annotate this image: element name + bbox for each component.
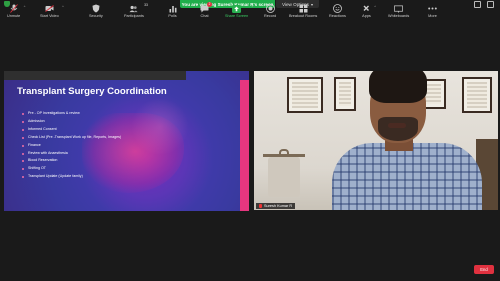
unmute-label: Unmute — [7, 14, 21, 18]
apps-button[interactable]: Apps ^ — [362, 4, 376, 18]
whiteboards-button[interactable]: Whiteboards — [388, 4, 409, 18]
more-button[interactable]: More — [428, 4, 437, 18]
participants-button[interactable]: 33 Participants — [124, 3, 148, 18]
speaker-view-icon[interactable] — [474, 1, 481, 8]
record-icon — [265, 4, 275, 13]
slide-bullet: Informed Consent — [22, 126, 121, 134]
chat-button[interactable]: 2 Chat — [200, 2, 212, 18]
breakout-rooms-label: Breakout Rooms — [289, 14, 318, 18]
top-bar: You are viewing Suresh Kumar R's screen … — [0, 0, 500, 10]
slide-bullet: Review with Anaesthesia — [22, 150, 121, 158]
participant-shirt — [332, 143, 482, 210]
whiteboard-icon — [394, 4, 404, 13]
video-off-icon — [45, 4, 54, 13]
reactions-icon — [333, 4, 342, 13]
chat-icon: 2 — [200, 2, 212, 13]
slide-bullet: Transplant Update (Update family) — [22, 173, 121, 181]
window-controls — [474, 1, 494, 8]
record-button[interactable]: Record — [264, 4, 276, 18]
fullscreen-icon[interactable] — [487, 1, 494, 8]
breakout-rooms-button[interactable]: Breakout Rooms — [289, 4, 317, 18]
chevron-up-icon[interactable]: ^ — [252, 5, 254, 9]
start-video-button[interactable]: Start Video ^ — [40, 4, 64, 18]
participant-mouth — [388, 123, 406, 128]
slide-accent-bar — [240, 80, 249, 211]
slide-bullet: Pre - OP Investigations & review — [22, 110, 121, 118]
polls-label: Polls — [168, 14, 177, 18]
chat-unread-badge: 2 — [207, 2, 212, 7]
heart-highlight — [130, 99, 190, 154]
apps-label: Apps — [362, 14, 371, 18]
polls-button[interactable]: Polls — [168, 4, 177, 18]
slide-bullet: Check List (Pre -Transplant Work up file… — [22, 134, 121, 142]
more-label: More — [428, 14, 437, 18]
start-video-label: Start Video — [40, 14, 59, 18]
participant-name-tag: Suresh Kumar R — [256, 203, 296, 209]
meeting-toolbar — [0, 257, 500, 281]
chevron-up-icon[interactable]: ^ — [374, 5, 376, 9]
record-label: Record — [264, 14, 277, 18]
slide-bullet: Shifting OT — [22, 165, 121, 173]
participant-beard — [378, 117, 418, 141]
slide-bullet: Finance — [22, 142, 121, 150]
end-label: End — [480, 267, 488, 272]
participants-label: Participants — [124, 14, 144, 18]
security-label: Security — [89, 14, 103, 18]
participant-name: Suresh Kumar R — [264, 204, 293, 208]
coat-hanger — [263, 149, 305, 207]
share-screen-button[interactable]: Share Screen ^ — [225, 4, 253, 18]
shield-icon — [91, 4, 100, 13]
apps-icon — [362, 4, 371, 13]
chat-label: Chat — [200, 14, 209, 18]
reactions-label: Reactions — [329, 14, 346, 18]
microphone-icon — [259, 204, 262, 208]
breakout-rooms-icon — [299, 4, 308, 13]
wall-certificate-frame — [287, 77, 323, 113]
polls-icon — [168, 4, 177, 13]
microphone-muted-icon — [9, 4, 18, 13]
participants-icon — [129, 4, 138, 13]
participant-hair — [369, 71, 427, 103]
share-screen-icon — [232, 4, 242, 13]
security-button[interactable]: Security — [89, 4, 103, 18]
end-meeting-button[interactable]: End — [474, 265, 494, 274]
participant-count: 33 — [144, 3, 148, 7]
chevron-up-icon[interactable]: ^ — [24, 5, 26, 9]
participant-person — [332, 71, 482, 210]
slide-bullet-list: Pre - OP Investigations & review Admissi… — [22, 110, 121, 181]
share-screen-label: Share Screen — [225, 14, 249, 18]
unmute-button[interactable]: Unmute ^ — [7, 4, 25, 18]
slide-top-strip — [4, 71, 186, 80]
slide-title: Transplant Surgery Coordination — [17, 86, 167, 97]
participant-video-tile[interactable]: Suresh Kumar R — [254, 71, 498, 210]
slide-bullet: Admission — [22, 118, 121, 126]
more-icon — [428, 4, 437, 13]
slide-bullet: Blood Reservation — [22, 157, 121, 165]
chevron-up-icon[interactable]: ^ — [62, 5, 64, 9]
reactions-button[interactable]: Reactions — [329, 4, 346, 18]
whiteboards-label: Whiteboards — [388, 14, 410, 18]
